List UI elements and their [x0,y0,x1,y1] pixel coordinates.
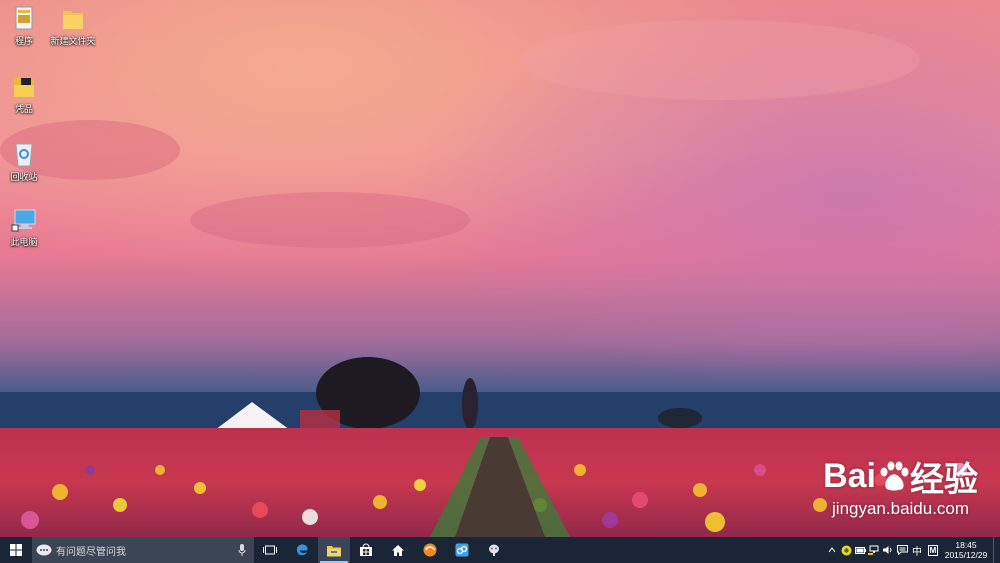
taskbar-app-store[interactable] [350,537,382,563]
desktop-icon-label: 此电脑 [10,237,38,247]
ime-language-indicator[interactable]: 中 [909,543,925,558]
app-icon [455,543,469,557]
task-view-icon [263,545,277,555]
taskbar-app-link[interactable] [446,537,478,563]
desktop-icon-label: 回收站 [10,172,38,182]
this-pc-icon [11,209,36,232]
desktop-icon-recycle-bin[interactable]: 回收站 [0,140,52,183]
home-icon [392,544,404,556]
baidu-jingyan-watermark: Bai 经验 jingyan.baidu.com [823,452,978,519]
security-app-icon [841,545,851,555]
baidu-paw-icon [880,461,909,490]
windows-logo-icon [10,544,22,556]
tray-app-icon[interactable] [839,537,853,563]
taskbar-app-edge[interactable] [286,537,318,563]
taskbar-app-browser[interactable] [414,537,446,563]
watermark-url: jingyan.baidu.com [832,499,970,518]
network-icon [868,545,879,555]
volume-button[interactable] [881,537,895,563]
search-placeholder: 有问题尽管问我 [56,546,126,558]
chevron-up-icon [828,547,836,553]
folder-icon [63,11,83,29]
desktop-icon-new-folder[interactable]: 新建文件夹 [45,6,101,47]
file-icon [15,6,33,30]
recycle-bin-icon [15,143,33,167]
folder-icon [14,77,34,97]
action-center-button[interactable] [895,537,909,563]
browser-icon [423,543,437,557]
task-view-button[interactable] [254,537,286,563]
clock[interactable]: 18:45 2015/12/29 [941,540,991,560]
taskbar-app-misc[interactable] [478,537,510,563]
taskbar: 有问题尽管问我 中 M 18:45 2015/12/29 [0,537,1000,563]
desktop-icon-label: 新建文件夹 [50,36,96,46]
start-button[interactable] [0,537,32,563]
desktop-icon-label: 凭品 [14,104,33,114]
system-tray: 中 M 18:45 2015/12/29 [825,537,1000,563]
ime-mode-label: M [927,544,939,556]
clock-date: 2015/12/29 [944,550,988,560]
show-hidden-icons-button[interactable] [825,537,839,563]
network-button[interactable] [867,537,881,563]
cortana-search-box[interactable]: 有问题尽管问我 [32,537,254,563]
battery-icon [854,546,866,554]
desktop-icon-folder[interactable]: 凭品 [0,72,52,115]
clock-time: 18:45 [955,540,977,550]
watermark-brand-prefix: Bai [823,457,876,495]
watermark-brand-suffix: 经验 [910,461,978,499]
edge-icon [296,544,308,556]
taskbar-app-file-explorer[interactable] [318,537,350,563]
app-icon [489,544,499,556]
taskbar-app-home[interactable] [382,537,414,563]
notification-icon [896,545,908,555]
show-desktop-button[interactable] [993,537,1000,563]
speaker-icon [883,546,892,554]
file-explorer-icon [327,545,341,556]
store-icon [360,543,372,556]
microphone-icon[interactable] [238,544,246,556]
ime-mode-button[interactable]: M [925,537,941,563]
cortana-chat-icon [36,544,52,556]
desktop-icon-this-pc[interactable]: 此电脑 [0,207,52,248]
battery-button[interactable] [853,537,867,563]
